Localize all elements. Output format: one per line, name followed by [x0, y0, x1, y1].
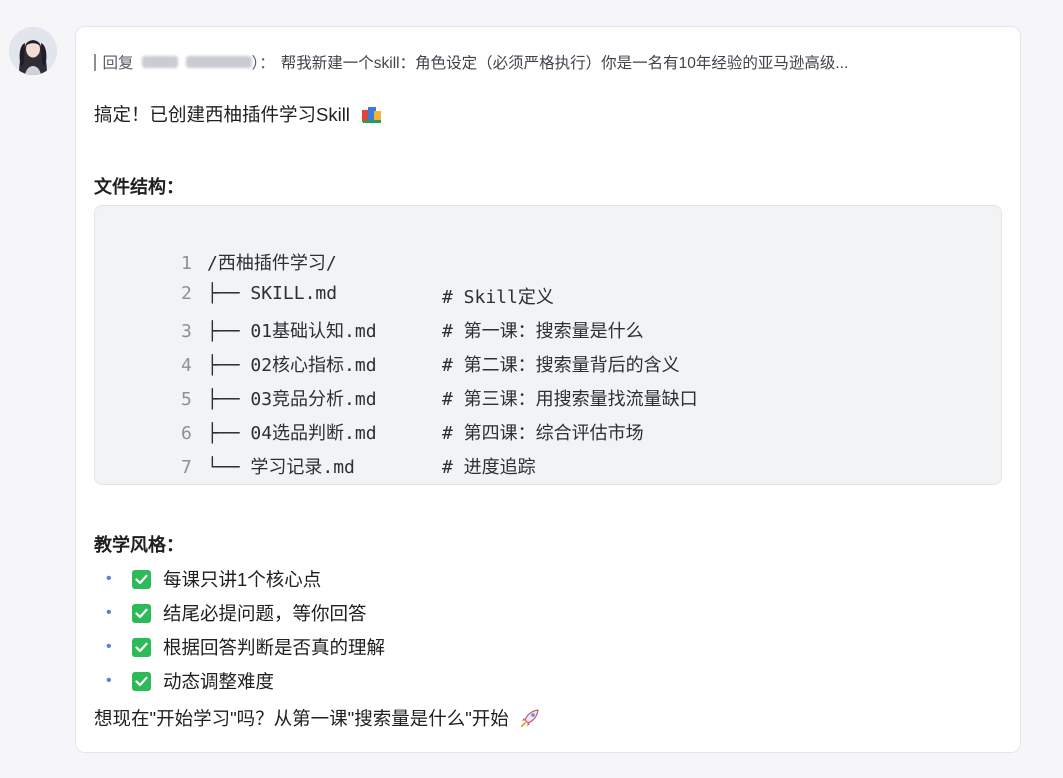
bullet-dot: •: [106, 638, 112, 655]
code-line: 5 ├── 03竞品分析.md # 第三课：用搜索量找流量缺口: [116, 364, 698, 410]
code-block[interactable]: 1/西柚插件学习/ 2 ├── SKILL.md # Skill定义 3 ├── 01…: [94, 205, 1002, 485]
list-item: • 根据回答判断是否真的理解: [106, 634, 385, 660]
check-mark-icon: [132, 569, 151, 589]
reply-quote[interactable]: 回复 ）： 帮我新建一个skill：角色设定（必须严格执行）你是一名有10年经验…: [94, 51, 1004, 73]
code-comment: # Skill定义: [442, 287, 554, 308]
message-bubble: 回复 ）： 帮我新建一个skill：角色设定（必须严格执行）你是一名有10年经验…: [75, 26, 1021, 753]
code-line: 3 ├── 01基础认知.md # 第一课：搜索量是什么: [116, 296, 644, 342]
code-line: 4 ├── 02核心指标.md # 第二课：搜索量背后的含义: [116, 330, 680, 376]
rocket-icon: [520, 708, 540, 733]
redacted-name: [141, 56, 178, 68]
code-comment: # 第四课：综合评估市场: [442, 423, 644, 444]
bullet-dot: •: [106, 570, 112, 587]
closing-text: 想现在"开始学习"吗？从第一课"搜索量是什么"开始: [94, 708, 509, 729]
code-line: 2 ├── SKILL.md # Skill定义: [116, 262, 554, 308]
code-comment: # 第一课：搜索量是什么: [442, 321, 644, 342]
code-line: 1/西柚插件学习/: [116, 228, 337, 274]
reply-suffix: ）：: [251, 55, 275, 72]
books-icon: [361, 104, 383, 129]
list-item-text: 每课只讲1个核心点: [163, 569, 322, 590]
code-comment: # 第二课：搜索量背后的含义: [442, 355, 680, 376]
reply-content: 帮我新建一个skill：角色设定（必须严格执行）你是一名有10年经验的亚马逊高级…: [280, 55, 849, 72]
list-item-text: 动态调整难度: [163, 671, 275, 692]
list-item: • 每课只讲1个核心点: [106, 566, 321, 592]
check-mark-icon: [132, 603, 151, 623]
bullet-dot: •: [106, 672, 112, 689]
quote-bar: [94, 53, 96, 71]
line-number: 7: [181, 457, 192, 478]
code-comment: # 进度追踪: [442, 457, 536, 478]
list-item-text: 根据回答判断是否真的理解: [163, 637, 386, 658]
closing-line: 想现在"开始学习"吗？从第一课"搜索量是什么"开始: [94, 705, 540, 733]
code-comment: # 第三课：用搜索量找流量缺口: [442, 389, 698, 410]
sender-avatar[interactable]: [9, 27, 57, 75]
list-item: • 结尾必提问题，等你回答: [106, 600, 367, 626]
teaching-style-heading: 教学风格：: [94, 535, 184, 555]
check-mark-icon: [132, 637, 151, 657]
code-line: 6 ├── 04选品判断.md # 第四课：综合评估市场: [116, 398, 644, 444]
code-path: └── 学习记录.md: [207, 457, 355, 478]
code-line: 7 └── 学习记录.md # 进度追踪: [116, 432, 536, 478]
redacted-handle: [185, 56, 252, 68]
file-structure-heading: 文件结构：: [94, 177, 184, 197]
bullet-dot: •: [106, 604, 112, 621]
intro-line: 搞定！已创建西柚插件学习Skill: [94, 101, 383, 129]
check-mark-icon: [132, 671, 151, 691]
intro-text: 搞定！已创建西柚插件学习Skill: [94, 104, 350, 125]
reply-prefix: 回复: [102, 55, 134, 72]
list-item: • 动态调整难度: [106, 668, 274, 694]
list-item-text: 结尾必提问题，等你回答: [163, 603, 367, 624]
